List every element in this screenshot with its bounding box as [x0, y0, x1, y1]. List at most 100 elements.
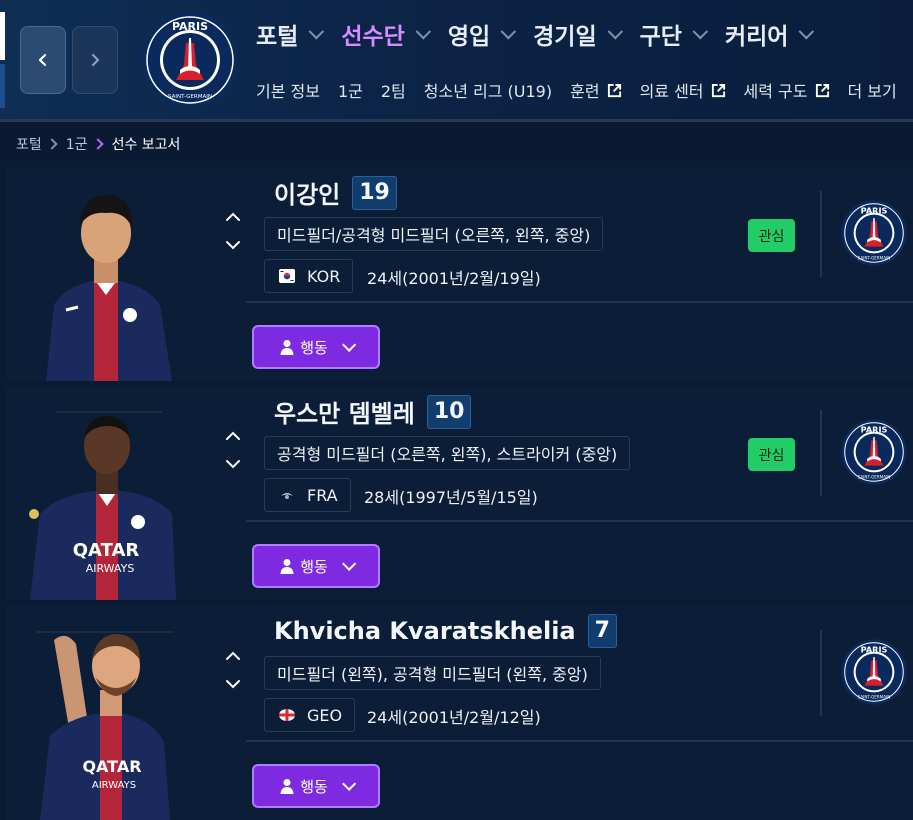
kor-flag-icon	[279, 269, 295, 283]
submenu-dynamics[interactable]: 세력 구도	[744, 78, 830, 102]
svg-text:SAINT-GERMAIN: SAINT-GERMAIN	[858, 475, 891, 480]
player-name[interactable]: Khvicha Kvaratskhelia	[274, 617, 576, 645]
sponsor-logo-text: AIRWAYS	[86, 562, 135, 575]
vertical-divider	[820, 410, 822, 496]
submenu-first-team[interactable]: 1군	[338, 78, 363, 102]
nation-code: FRA	[307, 485, 338, 505]
menu-label: 포털	[256, 24, 299, 50]
chevron-left-icon	[38, 53, 47, 67]
nationality-badge: FRA	[264, 478, 351, 512]
menu-matchday[interactable]: 경기일	[533, 17, 623, 51]
vertical-divider	[820, 191, 822, 277]
action-label: 행동	[300, 338, 328, 357]
submenu-u19[interactable]: 청소년 리그 (U19)	[424, 78, 552, 102]
menu-label: 선수단	[341, 24, 405, 50]
shirt-number: 7	[587, 614, 617, 648]
chevron-down-icon[interactable]	[224, 239, 242, 251]
nation-code: KOR	[307, 266, 341, 286]
chevron-up-icon[interactable]	[224, 650, 242, 662]
player-photo: QATAR AIRWAYS	[26, 394, 186, 600]
person-icon	[280, 779, 294, 794]
watch-badge[interactable]: 관심	[748, 438, 795, 471]
svg-text:SAINT-GERMAIN: SAINT-GERMAIN	[168, 94, 212, 100]
svg-text:PARIS: PARIS	[861, 424, 888, 434]
breadcrumb-portal[interactable]: 포털	[16, 134, 42, 154]
sponsor-logo-text: AIRWAYS	[92, 780, 136, 791]
submenu-second-team[interactable]: 2팀	[381, 78, 406, 102]
reorder-arrows	[224, 211, 244, 261]
player-position: 공격형 미드필더 (오른쪽, 왼쪽), 스트라이커 (중앙)	[264, 436, 631, 470]
forward-button[interactable]	[72, 26, 118, 94]
menu-label: 영입	[447, 24, 491, 50]
fra-flag-icon	[281, 493, 293, 499]
person-icon	[280, 340, 294, 355]
left-edge-accent-lower	[0, 64, 5, 108]
header-divider	[0, 119, 913, 122]
submenu-medical-center[interactable]: 의료 센터	[640, 78, 726, 102]
chevron-down-icon	[500, 23, 517, 39]
club-crest-logo[interactable]: PARIS SAINT-GERMAIN	[140, 10, 240, 110]
sponsor-logo-text: QATAR	[82, 757, 141, 776]
action-dropdown-button[interactable]: 행동	[252, 325, 380, 369]
svg-text:SAINT-GERMAIN: SAINT-GERMAIN	[858, 695, 891, 700]
player-card: 이강인 19 미드필더/공격형 미드필더 (오른쪽, 왼쪽, 중앙) KOR 24…	[6, 167, 913, 381]
club-crest-icon: PARIS SAINT-GERMAIN	[840, 199, 908, 267]
menu-label: 커리어	[724, 24, 789, 50]
shirt-number: 19	[352, 175, 397, 210]
player-name[interactable]: 이강인	[274, 175, 340, 210]
player-photo: QATAR AIRWAYS	[26, 614, 186, 820]
chevron-down-icon[interactable]	[224, 678, 242, 690]
menu-career[interactable]: 커리어	[724, 17, 815, 51]
action-dropdown-button[interactable]: 행동	[252, 764, 380, 808]
menu-transfers[interactable]: 영입	[447, 17, 517, 51]
nationality-badge: KOR	[264, 259, 354, 293]
chevron-down-icon	[308, 23, 325, 39]
menu-squad[interactable]: 선수단	[341, 17, 431, 51]
submenu-label: 의료 센터	[639, 82, 704, 101]
reorder-arrows	[224, 650, 244, 700]
nation-code: GEO	[307, 705, 343, 725]
vertical-divider	[820, 630, 822, 716]
left-edge-accent	[0, 12, 5, 60]
action-dropdown-button[interactable]: 행동	[252, 544, 380, 588]
card-divider	[246, 740, 913, 742]
submenu-training[interactable]: 훈련	[570, 78, 621, 102]
action-label: 행동	[300, 557, 328, 576]
chevron-down-icon	[341, 337, 356, 352]
external-link-icon	[607, 83, 621, 97]
player-photo	[26, 175, 186, 381]
back-button[interactable]	[20, 26, 66, 94]
watch-badge[interactable]: 관심	[748, 219, 795, 252]
chevron-down-icon	[798, 23, 815, 39]
person-icon	[280, 559, 294, 574]
chevron-right-icon	[91, 138, 104, 150]
chevron-down-icon[interactable]	[224, 458, 242, 470]
chevron-up-icon[interactable]	[224, 211, 242, 223]
chevron-up-icon[interactable]	[224, 430, 242, 442]
breadcrumb-first-team[interactable]: 1군	[66, 134, 88, 154]
external-link-icon	[711, 83, 725, 97]
club-crest-icon: PARIS SAINT-GERMAIN	[840, 418, 908, 486]
nationality-badge: GEO	[264, 698, 356, 732]
player-name-row: 우스만 뎀벨레 10	[274, 394, 472, 429]
player-card: QATAR AIRWAYS Khvicha Kvaratskhelia 7 미드필…	[6, 606, 913, 820]
submenu-label: 기본 정보	[256, 82, 320, 101]
player-position: 미드필더/공격형 미드필더 (오른쪽, 왼쪽, 중앙)	[264, 217, 604, 251]
shirt-number: 10	[426, 394, 472, 429]
menu-label: 구단	[639, 24, 682, 50]
reorder-arrows	[224, 430, 244, 480]
menu-portal[interactable]: 포털	[256, 17, 325, 51]
svg-text:PARIS: PARIS	[861, 205, 888, 215]
submenu-general-info[interactable]: 기본 정보	[256, 78, 320, 102]
chevron-down-icon	[341, 556, 356, 571]
player-name[interactable]: 우스만 뎀벨레	[274, 394, 415, 429]
submenu-label: 세력 구도	[743, 82, 808, 101]
submenu-label: 1군	[337, 82, 363, 101]
card-divider	[246, 520, 913, 522]
menu-club[interactable]: 구단	[639, 17, 709, 51]
player-card: QATAR AIRWAYS 우스만 뎀벨레 10 공격형 미드필더 (오른쪽, 왼…	[6, 386, 913, 600]
player-age: 24세(2001년/2월/12일)	[367, 708, 541, 727]
geo-flag-icon	[279, 709, 295, 721]
player-age: 24세(2001년/2월/19일)	[367, 269, 541, 288]
submenu-more[interactable]: 더 보기	[848, 78, 897, 102]
